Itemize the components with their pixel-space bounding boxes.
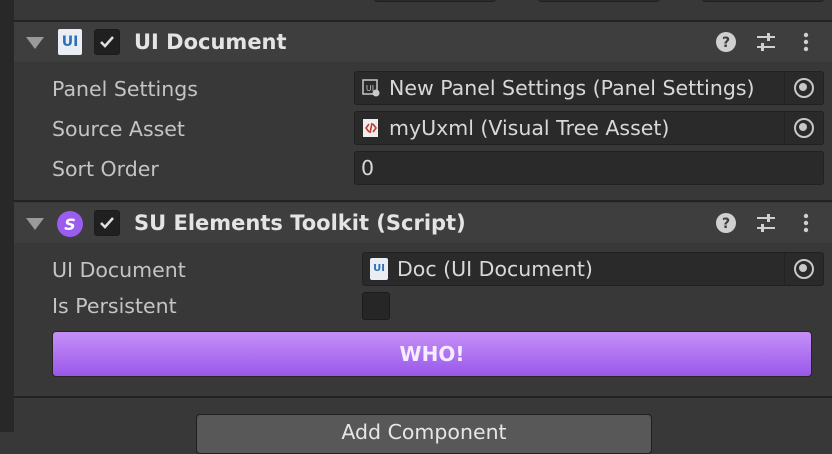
source-asset-value: myUxml (Visual Tree Asset) xyxy=(389,116,670,140)
object-picker-dot xyxy=(799,264,807,272)
ui-document-label: UI Document xyxy=(52,258,186,282)
inspector-left-gutter xyxy=(0,0,14,432)
ui-document-header[interactable]: UI UI Document ? xyxy=(14,22,832,62)
panel-settings-label: Panel Settings xyxy=(52,77,198,101)
panel-settings-value: New Panel Settings (Panel Settings) xyxy=(389,76,755,100)
presets-icon[interactable] xyxy=(754,211,778,235)
who-button[interactable]: WHO! xyxy=(52,331,812,377)
svg-text:?: ? xyxy=(722,216,730,232)
add-component-button[interactable]: Add Component xyxy=(196,414,652,454)
panel-settings-icon: UI xyxy=(362,79,380,97)
previous-field-stub xyxy=(702,0,824,2)
sort-order-value: 0 xyxy=(361,156,375,180)
presets-icon[interactable] xyxy=(754,30,778,54)
more-options-icon[interactable] xyxy=(794,211,818,235)
ui-document-icon: UI xyxy=(58,29,82,55)
script-icon: S xyxy=(57,211,83,237)
is-persistent-label: Is Persistent xyxy=(52,294,177,318)
su-elements-toolkit-header[interactable]: S SU Elements Toolkit (Script) ? xyxy=(14,203,832,243)
previous-field-stub xyxy=(538,0,660,2)
ui-document-value: Doc (UI Document) xyxy=(397,257,593,281)
component-title: UI Document xyxy=(134,30,287,54)
help-icon[interactable]: ? xyxy=(714,30,738,54)
component-title: SU Elements Toolkit (Script) xyxy=(134,211,466,235)
object-picker-dot xyxy=(799,83,807,91)
uxml-asset-icon xyxy=(363,119,378,137)
source-asset-field[interactable]: myUxml (Visual Tree Asset) xyxy=(354,111,824,145)
ui-document-icon: UI xyxy=(370,258,388,280)
is-persistent-checkbox[interactable] xyxy=(362,292,390,320)
previous-field-stub xyxy=(374,0,496,2)
sort-order-input[interactable]: 0 xyxy=(354,151,824,185)
component-enabled-checkbox[interactable] xyxy=(94,29,120,55)
ui-document-field[interactable]: UI Doc (UI Document) xyxy=(362,252,824,286)
component-divider xyxy=(14,396,832,398)
help-icon[interactable]: ? xyxy=(714,211,738,235)
component-enabled-checkbox[interactable] xyxy=(94,210,120,236)
source-asset-label: Source Asset xyxy=(52,117,185,141)
object-picker-button[interactable] xyxy=(784,253,823,285)
panel-settings-field[interactable]: UI New Panel Settings (Panel Settings) xyxy=(354,71,824,105)
sort-order-label: Sort Order xyxy=(52,157,159,181)
svg-text:S: S xyxy=(64,215,76,234)
component-divider xyxy=(14,200,832,202)
object-picker-dot xyxy=(799,123,807,131)
foldout-arrow-icon[interactable] xyxy=(26,37,44,49)
foldout-arrow-icon[interactable] xyxy=(26,218,44,230)
more-options-icon[interactable] xyxy=(794,30,818,54)
svg-text:?: ? xyxy=(722,35,730,51)
object-picker-button[interactable] xyxy=(784,72,823,104)
object-picker-button[interactable] xyxy=(784,112,823,144)
